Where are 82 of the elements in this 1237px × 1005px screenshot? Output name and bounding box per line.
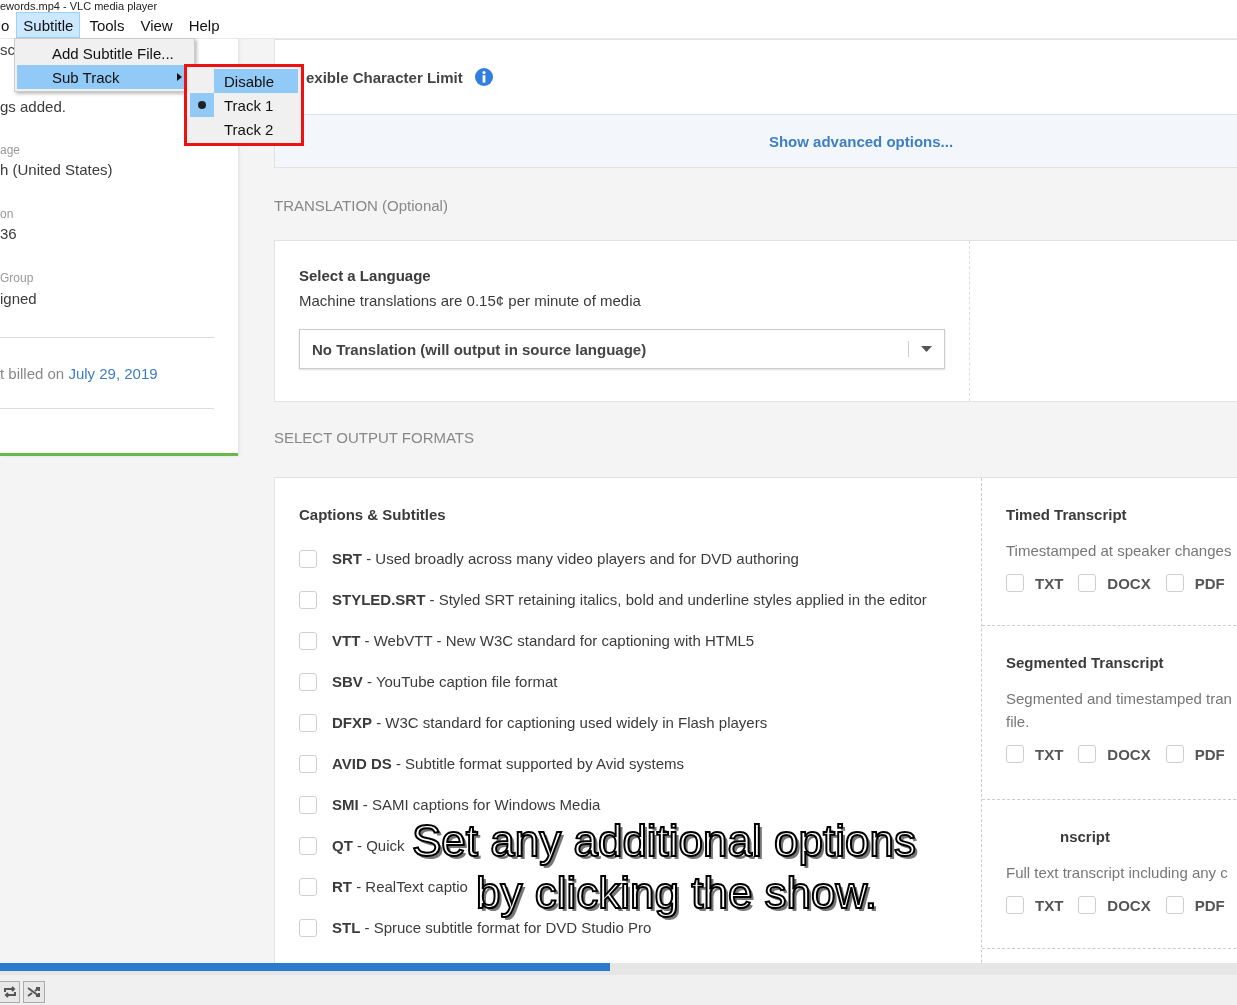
- billing-note: t billed on July 29, 2019: [0, 365, 158, 382]
- video-subtitle: Set any additional options: [412, 816, 920, 868]
- menu-entry[interactable]: Disable: [214, 69, 298, 93]
- checkbox[interactable]: [1078, 896, 1097, 914]
- format-label: STYLED.SRT - Styled SRT retaining italics, bold and underline styles applied in the editor: [332, 591, 927, 608]
- checkbox[interactable]: [299, 549, 317, 568]
- checkbox[interactable]: [299, 631, 317, 650]
- seek-bar[interactable]: [0, 963, 1237, 975]
- format-label: VTT - WebVTT - New W3C standard for captioning with HTML5: [332, 632, 755, 649]
- format-label: TXT: [1035, 896, 1064, 914]
- checkbox[interactable]: [1006, 574, 1024, 592]
- menu-item[interactable]: Help: [181, 12, 227, 38]
- field-value: sc: [0, 41, 15, 58]
- caret-icon: [921, 346, 932, 352]
- section-heading: SELECT OUTPUT FORMATS: [274, 428, 476, 448]
- field-label: Group: [0, 271, 34, 285]
- format-label: SMI - SAMI captions for Windows Media: [332, 796, 601, 813]
- checkbox[interactable]: [1078, 574, 1097, 592]
- checkbox[interactable]: [1006, 896, 1024, 914]
- format-label: DOCX: [1107, 896, 1151, 914]
- shuffle-icon: [27, 985, 41, 998]
- field-label: age: [0, 143, 21, 157]
- group-description: Timestamped at speaker changes: [1006, 541, 1233, 561]
- format-label: QT - Quick: [332, 837, 405, 854]
- menu-entry[interactable]: Track 1: [214, 93, 298, 117]
- field-value: 36: [0, 225, 17, 242]
- checkbox[interactable]: [1006, 745, 1024, 763]
- menu-item[interactable]: Tools: [82, 12, 132, 38]
- format-label: PDF: [1194, 745, 1225, 763]
- group-title: Timed Transcript: [1006, 505, 1128, 525]
- group-description: file.: [1006, 712, 1031, 732]
- info-icon[interactable]: [474, 68, 493, 86]
- menu-item[interactable]: View: [133, 12, 180, 38]
- loop-button[interactable]: [0, 980, 20, 1003]
- video-subtitle: by clicking the show.: [476, 868, 882, 920]
- language-select[interactable]: No Translation (will output in source language): [299, 329, 945, 369]
- billing-date-link[interactable]: July 29, 2019: [68, 365, 158, 382]
- menu-entry[interactable]: Add Subtitle File...: [17, 41, 192, 65]
- checkbox[interactable]: [299, 795, 317, 814]
- field-value: gs added.: [0, 98, 66, 115]
- group-description: Segmented and timestamped tran: [1006, 689, 1233, 709]
- group-title: Segmented Transcript: [1006, 653, 1165, 673]
- checkbox[interactable]: [1078, 745, 1097, 763]
- checkbox[interactable]: [1165, 745, 1184, 763]
- format-label: DFXP - W3C standard for captioning used widely in Flash players: [332, 714, 768, 731]
- checkbox[interactable]: [299, 590, 317, 609]
- checkbox[interactable]: [299, 836, 317, 855]
- checkbox[interactable]: [1165, 896, 1184, 914]
- checkbox[interactable]: [299, 877, 317, 896]
- menu-entry[interactable]: Track 2: [214, 117, 298, 141]
- shuffle-button[interactable]: [23, 980, 45, 1003]
- section-heading: TRANSLATION (Optional): [274, 196, 449, 216]
- format-label: STL - Spruce subtitle format for DVD Studio Pro: [332, 919, 652, 936]
- checkbox[interactable]: [299, 713, 317, 732]
- format-label: AVID DS - Subtitle format supported by Avid systems: [332, 755, 685, 772]
- checkbox[interactable]: [299, 754, 317, 773]
- checkbox[interactable]: [1165, 574, 1184, 592]
- format-label: DOCX: [1107, 574, 1151, 592]
- format-label: TXT: [1035, 745, 1064, 763]
- checkbox[interactable]: [299, 672, 317, 691]
- field-label: on: [0, 207, 14, 221]
- menu-item[interactable]: o: [0, 12, 11, 38]
- format-label: RT - RealText captio: [332, 878, 468, 895]
- menu-item[interactable]: Subtitle: [16, 12, 81, 38]
- group-title: nscript: [1059, 827, 1111, 847]
- field-title: Select a Language: [299, 267, 432, 284]
- format-label: PDF: [1194, 574, 1225, 592]
- format-label: SBV - YouTube caption file format: [332, 673, 558, 690]
- loop-icon: [2, 985, 17, 998]
- format-label: DOCX: [1107, 745, 1151, 763]
- advanced-options-link[interactable]: Show advanced options...: [768, 132, 954, 150]
- format-label: PDF: [1194, 896, 1225, 914]
- field-value: h (United States): [0, 161, 113, 178]
- group-description: Full text transcript including any c: [1006, 863, 1229, 883]
- field-value: igned: [0, 290, 37, 307]
- format-label: TXT: [1035, 574, 1064, 592]
- setting-label: exible Character Limit: [306, 68, 463, 86]
- format-label: SRT - Used broadly across many video players and for DVD authoring: [332, 550, 799, 567]
- window-title: ewords.mp4 - VLC media player: [0, 0, 158, 12]
- checkbox[interactable]: [299, 918, 317, 937]
- pricing-note: Machine translations are 0.15¢ per minute of media: [299, 292, 642, 309]
- group-title: Captions & Subtitles: [299, 505, 447, 525]
